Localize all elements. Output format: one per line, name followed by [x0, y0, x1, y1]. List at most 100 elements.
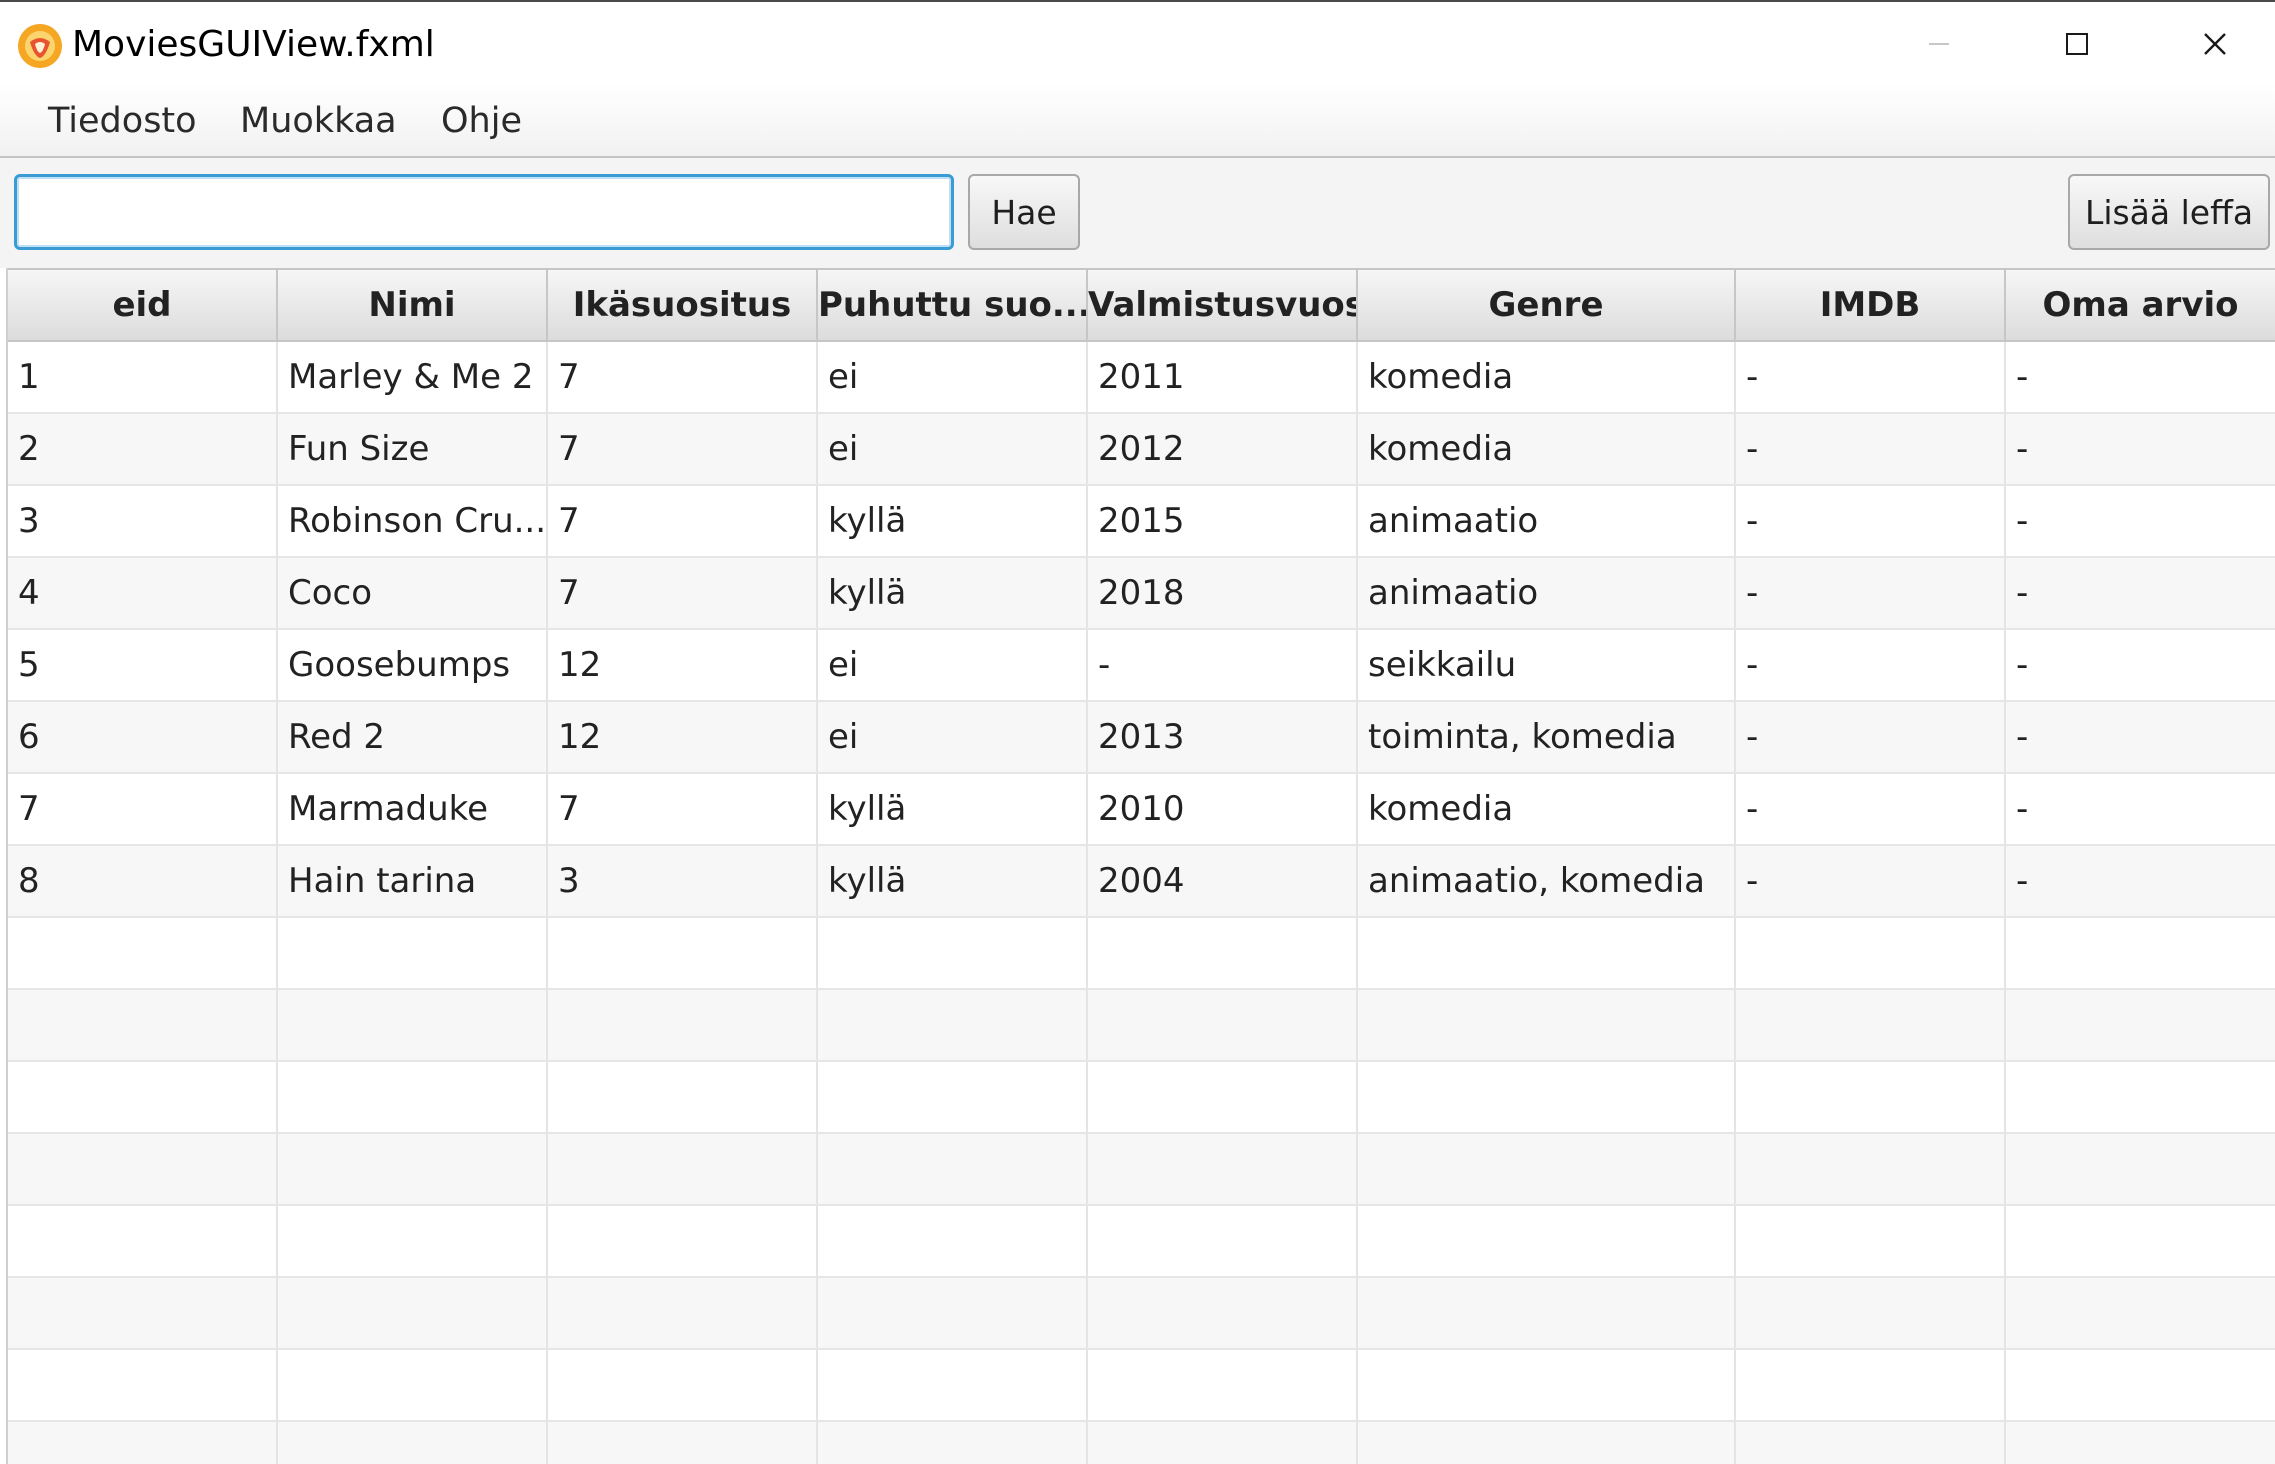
table-cell	[1088, 1206, 1358, 1276]
table-cell	[1088, 990, 1358, 1060]
table-cell: kyllä	[818, 558, 1088, 628]
table-cell: 2013	[1088, 702, 1358, 772]
empty-table-row[interactable]	[8, 1422, 2275, 1464]
table-cell	[1088, 1422, 1358, 1464]
table-cell: komedia	[1358, 414, 1736, 484]
maximize-button[interactable]	[2008, 2, 2146, 86]
table-row[interactable]: 2 Fun Size 7 ei 2012 komedia - -	[8, 414, 2275, 486]
menu-muokkaa[interactable]: Muokkaa	[234, 96, 403, 146]
empty-table-row[interactable]	[8, 1134, 2275, 1206]
maximize-icon	[2066, 33, 2088, 55]
table-cell: 12	[548, 702, 818, 772]
column-header[interactable]: Oma arvio	[2006, 270, 2275, 342]
menu-ohje[interactable]: Ohje	[435, 96, 528, 146]
table-cell: ei	[818, 630, 1088, 700]
table-cell: komedia	[1358, 342, 1736, 412]
table-cell	[1358, 1278, 1736, 1348]
table-cell: -	[1736, 558, 2006, 628]
table-cell: -	[1736, 774, 2006, 844]
window-title: MoviesGUIView.fxml	[72, 24, 435, 65]
table-cell: Hain tarina	[278, 846, 548, 916]
menu-bar: Tiedosto Muokkaa Ohje	[0, 84, 2275, 158]
table-cell	[548, 1422, 818, 1464]
table-cell	[2006, 990, 2275, 1060]
table-cell	[2006, 1134, 2275, 1204]
table-cell	[8, 1134, 278, 1204]
minimize-button[interactable]	[1870, 2, 2008, 86]
empty-table-row[interactable]	[8, 1278, 2275, 1350]
close-icon	[2204, 33, 2226, 55]
column-header[interactable]: Puhuttu suo...	[818, 270, 1088, 342]
table-header: eid Nimi Ikäsuositus Puhuttu suo... Valmistu…	[8, 268, 2275, 342]
table-cell: 5	[8, 630, 278, 700]
table-cell: 7	[548, 558, 818, 628]
table-cell: 3	[548, 846, 818, 916]
table-cell	[1088, 1278, 1358, 1348]
table-cell	[2006, 1422, 2275, 1464]
table-row[interactable]: 3 Robinson Cru... 7 kyllä 2015 animaatio - -	[8, 486, 2275, 558]
table-row[interactable]: 6 Red 2 12 ei 2013 toiminta, komedia - -	[8, 702, 2275, 774]
table-cell: -	[2006, 630, 2275, 700]
movies-table[interactable]: eid Nimi Ikäsuositus Puhuttu suo... Valmistu…	[6, 268, 2275, 1464]
table-row[interactable]: 7 Marmaduke 7 kyllä 2010 komedia - -	[8, 774, 2275, 846]
empty-table-row[interactable]	[8, 1062, 2275, 1134]
table-cell: Red 2	[278, 702, 548, 772]
empty-table-row[interactable]	[8, 1206, 2275, 1278]
table-cell	[278, 1422, 548, 1464]
table-cell	[1088, 918, 1358, 988]
table-cell	[818, 1422, 1088, 1464]
table-row[interactable]: 1 Marley & Me 2 7 ei 2011 komedia - -	[8, 342, 2275, 414]
table-cell	[818, 1134, 1088, 1204]
table-cell: animaatio	[1358, 558, 1736, 628]
column-header[interactable]: eid	[8, 270, 278, 342]
table-cell	[1736, 1134, 2006, 1204]
table-cell	[818, 918, 1088, 988]
table-cell	[1736, 918, 2006, 988]
table-cell: -	[1736, 342, 2006, 412]
empty-table-row[interactable]	[8, 918, 2275, 990]
empty-table-row[interactable]	[8, 1350, 2275, 1422]
table-cell: -	[1736, 846, 2006, 916]
table-cell	[1358, 1134, 1736, 1204]
table-cell: -	[2006, 414, 2275, 484]
column-header[interactable]: Genre	[1358, 270, 1736, 342]
menu-tiedosto[interactable]: Tiedosto	[42, 96, 203, 146]
search-button[interactable]: Hae	[968, 174, 1080, 250]
table-cell	[548, 990, 818, 1060]
search-input[interactable]	[14, 174, 954, 250]
table-cell	[548, 1134, 818, 1204]
column-header[interactable]: Ikäsuositus	[548, 270, 818, 342]
table-cell: ei	[818, 342, 1088, 412]
table-row[interactable]: 4 Coco 7 kyllä 2018 animaatio - -	[8, 558, 2275, 630]
minimize-icon	[1929, 43, 1949, 45]
table-cell	[278, 990, 548, 1060]
table-cell: 7	[8, 774, 278, 844]
table-cell	[8, 990, 278, 1060]
table-cell: toiminta, komedia	[1358, 702, 1736, 772]
table-cell	[818, 1206, 1088, 1276]
table-row[interactable]: 8 Hain tarina 3 kyllä 2004 animaatio, komedia…	[8, 846, 2275, 918]
column-header[interactable]: Nimi	[278, 270, 548, 342]
table-cell	[2006, 918, 2275, 988]
table-cell: kyllä	[818, 486, 1088, 556]
title-bar: MoviesGUIView.fxml	[0, 0, 2275, 84]
add-movie-button[interactable]: Lisää leffa	[2068, 174, 2270, 250]
table-cell	[1358, 918, 1736, 988]
close-button[interactable]	[2146, 2, 2275, 86]
table-row[interactable]: 5 Goosebumps 12 ei - seikkailu - -	[8, 630, 2275, 702]
table-cell: 6	[8, 702, 278, 772]
empty-table-row[interactable]	[8, 990, 2275, 1062]
column-header[interactable]: Valmistusvuosi	[1088, 270, 1358, 342]
column-header[interactable]: IMDB	[1736, 270, 2006, 342]
table-cell: 2018	[1088, 558, 1358, 628]
toolbar: Hae Lisää leffa	[0, 158, 2275, 268]
table-cell: 4	[8, 558, 278, 628]
table-cell	[818, 990, 1088, 1060]
table-cell: Fun Size	[278, 414, 548, 484]
table-cell	[2006, 1206, 2275, 1276]
table-cell: -	[1736, 630, 2006, 700]
table-cell: animaatio	[1358, 486, 1736, 556]
table-cell	[1088, 1350, 1358, 1420]
table-cell	[1358, 1350, 1736, 1420]
table-cell	[1736, 990, 2006, 1060]
